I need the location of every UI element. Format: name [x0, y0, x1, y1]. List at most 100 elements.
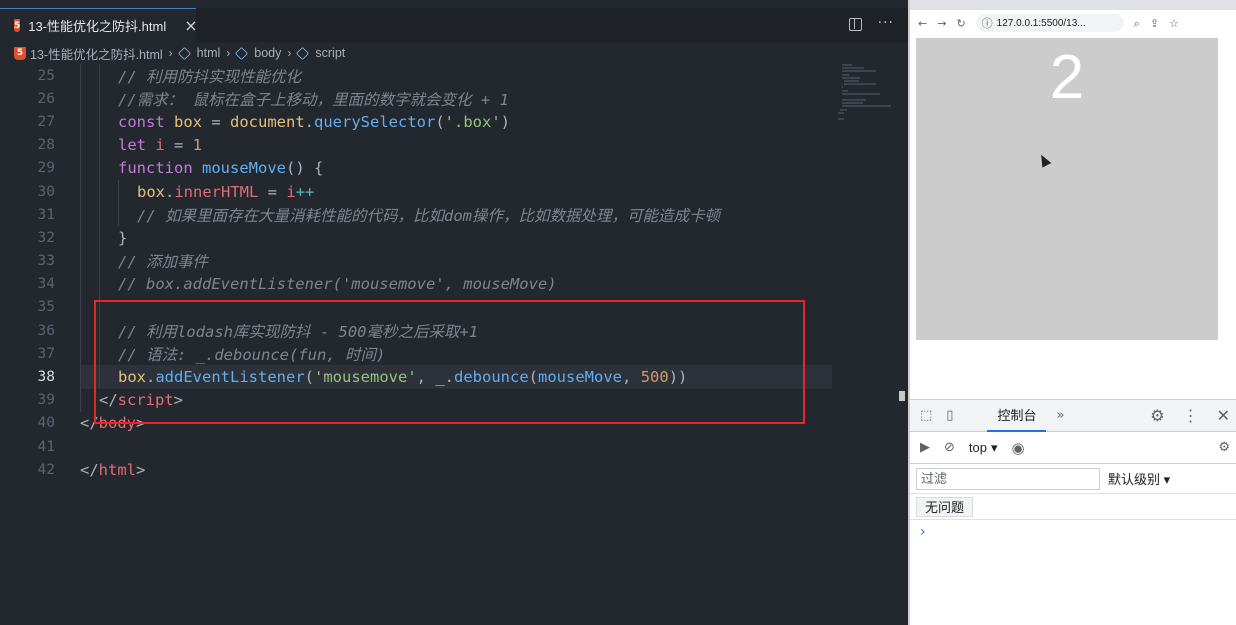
minimap[interactable] [838, 64, 898, 124]
code-line[interactable]: 33 // 添加事件 [0, 249, 908, 273]
line-number: 28 [37, 137, 55, 154]
indent-guide [99, 272, 100, 296]
code-token: script [117, 391, 174, 410]
share-icon[interactable]: ⇪ [1150, 18, 1159, 29]
code-line[interactable]: 38 box.addEventListener('mousemove', _.de… [0, 365, 908, 389]
minimap-line [842, 89, 848, 92]
breadcrumb-script[interactable]: script [315, 46, 345, 60]
close-icon[interactable]: ✕ [1217, 406, 1230, 425]
zoom-icon[interactable]: ⌕ [1134, 18, 1140, 29]
clear-console-icon[interactable]: ⊘ [944, 440, 955, 455]
code-line[interactable]: 37 // 语法: _.debounce(fun, 时间) [0, 342, 908, 366]
code-token: , [622, 368, 641, 387]
code-line[interactable]: 39 </script> [0, 388, 908, 412]
code-token: . [304, 112, 314, 131]
code-line[interactable]: 30 box.innerHTML = i++ [0, 179, 908, 204]
indent-guide [80, 87, 81, 111]
code-text: // 添加事件 [118, 250, 208, 272]
device-toolbar-icon[interactable]: ▯ [946, 408, 953, 423]
bookmark-icon[interactable]: ☆ [1169, 18, 1179, 29]
code-line[interactable]: 36 // 利用lodash库实现防抖 - 500毫秒之后采取+1 [0, 319, 908, 343]
browser-window: ← → ↻ ⓘ 127.0.0.1:5500/13... ⌕ ⇪ ☆ 2 ⬚ ▯… [908, 0, 1236, 625]
code-token: box [137, 182, 165, 201]
code-line[interactable]: 32} [0, 226, 908, 250]
code-line[interactable]: 31 // 如果里面存在大量消耗性能的代码，比如dom操作，比如数据处理，可能造成… [0, 203, 908, 227]
tab-console[interactable]: 控制台 [987, 400, 1047, 432]
code-text: // 利用lodash库实现防抖 - 500毫秒之后采取+1 [118, 320, 478, 342]
eye-icon[interactable]: ◉ [1012, 439, 1025, 457]
code-text: </body> [80, 414, 145, 432]
breadcrumb-html[interactable]: html [197, 46, 221, 60]
code-text: } [118, 229, 127, 247]
breadcrumb-file[interactable]: 13-性能优化之防抖.html [30, 44, 163, 63]
indent-guide [99, 110, 100, 134]
counter-box[interactable]: 2 [916, 38, 1218, 340]
page-viewport[interactable]: 2 [910, 36, 1236, 399]
code-token: mouseMove [202, 159, 286, 178]
indent-guide [118, 203, 119, 227]
code-text: box.innerHTML = i++ [137, 183, 314, 201]
minimap-line [844, 79, 860, 82]
devtools-panel: ⬚ ▯ 控制台 » ⚙ ⋮ ✕ ▶ ⊘ top ▾ ◉ ⚙ 默认级别 ▾ [910, 399, 1236, 625]
code-token: = [164, 136, 193, 155]
close-tab-icon[interactable]: × [184, 17, 197, 34]
code-token: html [98, 460, 136, 479]
context-select[interactable]: top ▾ [969, 440, 998, 456]
kebab-menu-icon[interactable]: ⋮ [1183, 406, 1199, 425]
code-line[interactable]: 42 </html> [0, 458, 908, 481]
indent-guide [99, 342, 100, 366]
filter-input[interactable] [916, 467, 1100, 490]
code-token: document [230, 112, 305, 131]
code-token: . [146, 368, 156, 387]
code-area[interactable]: 25 // 利用防抖实现性能优化 26 //需求： 鼠标在盒子上移动，里面的数字就会变… [0, 64, 908, 481]
code-line[interactable]: 40 </body> [0, 412, 908, 435]
code-token: = [258, 182, 287, 201]
code-line[interactable]: 29 function mouseMove() { [0, 156, 908, 180]
code-editor[interactable]: 5 13-性能优化之防抖.html × ··· 5 13-性能优化之防抖.htm… [0, 0, 908, 625]
line-number: 39 [37, 392, 55, 409]
indent-guide [80, 272, 81, 296]
breadcrumb-body[interactable]: body [254, 46, 281, 60]
code-line[interactable]: 25 // 利用防抖实现性能优化 [0, 64, 908, 88]
code-line[interactable]: 41 [0, 435, 908, 458]
inspect-element-icon[interactable]: ⬚ [920, 408, 932, 423]
code-text: const box = document.querySelector('.box… [118, 113, 510, 131]
console-settings-icon[interactable]: ⚙ [1218, 440, 1230, 455]
line-number: 41 [37, 438, 55, 455]
line-number: 33 [37, 253, 55, 270]
more-actions-icon[interactable]: ··· [878, 16, 894, 31]
log-level-select[interactable]: 默认级别 ▾ [1108, 469, 1170, 488]
code-line[interactable]: 26 //需求： 鼠标在盒子上移动，里面的数字就会变化 + 1 [0, 87, 908, 111]
minimap-line [842, 73, 850, 76]
code-token: ( [304, 368, 314, 387]
more-tabs-icon[interactable]: » [1056, 408, 1064, 423]
indent-guide [99, 156, 100, 180]
gear-icon[interactable]: ⚙ [1150, 406, 1164, 425]
split-editor-icon[interactable] [848, 18, 862, 31]
minimap-line [844, 83, 876, 86]
code-text: </script> [99, 391, 183, 409]
code-token: </ [80, 414, 99, 433]
html5-file-icon: 5 [14, 46, 26, 60]
reload-icon[interactable]: ↻ [956, 18, 965, 29]
code-text: function mouseMove() { [118, 159, 323, 177]
issues-button[interactable]: 无问题 [916, 496, 974, 517]
editor-tab-active[interactable]: 5 13-性能优化之防抖.html × [0, 8, 198, 42]
code-line[interactable]: 28 let i = 1 [0, 133, 908, 157]
code-token: } [118, 228, 128, 247]
code-line[interactable]: 35 [0, 295, 908, 320]
line-number: 32 [37, 229, 55, 246]
sidebar-toggle-icon[interactable]: ▶ [920, 440, 930, 455]
context-value: top [968, 440, 987, 455]
code-token: // box.addEventListener('mousemove', mou… [118, 275, 557, 294]
code-token: addEventListener [155, 368, 305, 387]
minimap-line [842, 67, 865, 70]
code-line[interactable]: 27 const box = document.querySelector('.b… [0, 110, 908, 134]
code-line[interactable]: 34 // box.addEventListener('mousemove', m… [0, 272, 908, 296]
back-icon[interactable]: ← [918, 18, 927, 29]
console-prompt[interactable]: › [910, 520, 1236, 544]
code-token: debounce [454, 368, 529, 387]
url-field[interactable]: ⓘ 127.0.0.1:5500/13... [975, 14, 1124, 32]
scrollbar-marker[interactable] [899, 391, 905, 401]
forward-icon[interactable]: → [937, 18, 946, 29]
